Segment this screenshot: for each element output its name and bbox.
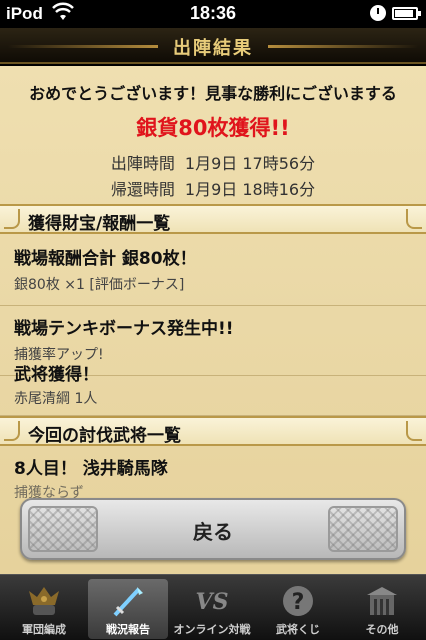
- clock: 18:36: [189, 3, 237, 23]
- castle-gate-icon: [367, 587, 397, 615]
- item-title: 戦場報酬合計 銀80枚！: [14, 249, 197, 269]
- tab-label: 軍団編成: [22, 623, 66, 636]
- return-time-label: 帰還時間: [110, 180, 175, 199]
- tab-label: オンライン対戦: [173, 623, 251, 636]
- section-header-defeated: 今回の討伐武将一覧: [0, 416, 426, 446]
- departure-time-value: 1月9日 17時56分: [184, 154, 316, 173]
- victory-message: おめでとうございます！見事な勝利にございまする: [29, 84, 397, 103]
- corner-ornament-icon: [406, 421, 422, 441]
- alarm-icon: [370, 5, 386, 21]
- departure-time: 出陣時間 1月9日 17時56分: [0, 150, 426, 174]
- tab-label: 武将くじ: [276, 623, 320, 636]
- item-detail: 銀80枚 ×1 [評価ボーナス]: [14, 277, 185, 293]
- section-title: 今回の討伐武将一覧: [28, 426, 181, 446]
- corner-ornament-icon: [4, 209, 20, 229]
- title-bar: 出陣結果: [0, 28, 426, 64]
- corner-ornament-icon: [4, 421, 20, 441]
- item-title: 8人目！ 浅井騎馬隊: [14, 459, 168, 479]
- status-bar: iPod 18:36: [0, 0, 426, 28]
- helmet-icon: [29, 587, 59, 615]
- corner-ornament-icon: [406, 209, 422, 229]
- tab-online-battle[interactable]: VS オンライン対戦: [172, 579, 252, 639]
- svg-text:VS: VS: [196, 589, 229, 615]
- tab-label: 戦況報告: [106, 623, 150, 636]
- list-item: 戦場報酬合計 銀80枚！ 銀80枚 ×1 [評価ボーナス]: [0, 236, 426, 306]
- tab-other[interactable]: その他: [342, 579, 422, 639]
- section-header-treasure: 獲得財宝/報酬一覧: [0, 204, 426, 234]
- item-title: 戦場テンキボーナス発生中!!: [14, 319, 234, 339]
- tab-general-lottery[interactable]: ? 武将くじ: [258, 579, 338, 639]
- tab-battle-report[interactable]: 戦況報告: [88, 579, 168, 639]
- question-icon: ?: [283, 586, 313, 616]
- battery-icon: [392, 7, 421, 20]
- list-item: 武将獲得！ 赤尾清綱 1人: [0, 354, 426, 416]
- return-time-value: 1月9日 18時16分: [184, 180, 316, 199]
- tab-label: その他: [365, 623, 399, 636]
- sword-icon: [113, 587, 143, 617]
- svg-text:?: ?: [292, 590, 305, 615]
- back-button[interactable]: 戻る: [20, 498, 406, 560]
- tab-army-formation[interactable]: 軍団編成: [4, 579, 84, 639]
- return-time: 帰還時間 1月9日 18時16分: [0, 176, 426, 200]
- reward-text: 銀貨80枚獲得!!: [136, 116, 290, 140]
- item-detail: 赤尾清綱 1人: [14, 391, 98, 407]
- vs-icon: VS: [196, 589, 229, 615]
- page-title: 出陣結果: [173, 38, 253, 59]
- tab-bar: 軍団編成 戦況報告 VS オンライン対戦 ? 武将くじ その他: [0, 574, 426, 640]
- departure-time-label: 出陣時間: [110, 154, 175, 173]
- section-title: 獲得財宝/報酬一覧: [28, 214, 171, 234]
- button-pattern-right: [328, 506, 398, 552]
- item-title: 武将獲得！: [14, 365, 99, 385]
